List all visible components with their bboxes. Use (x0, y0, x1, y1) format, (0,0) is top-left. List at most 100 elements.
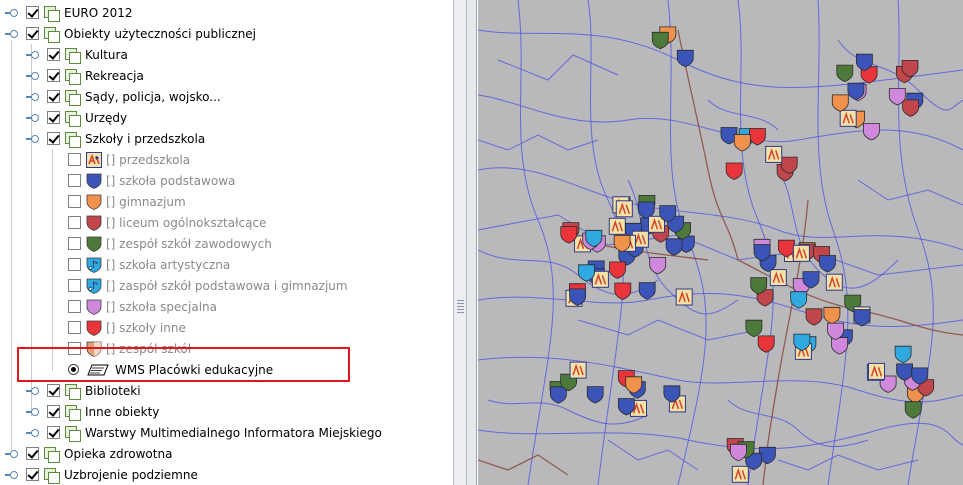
layer-label: [] szkoła specjalna (106, 299, 217, 314)
map-view[interactable] (478, 0, 963, 485)
school-marker-icon (676, 49, 694, 68)
tree-row-euro-2012[interactable]: EURO 2012 (26, 2, 133, 23)
tree-row-vocational-schools[interactable]: [] zespół szkół zawodowych (68, 233, 272, 254)
tree-row-schools[interactable]: Szkoły i przedszkola (47, 128, 205, 149)
tree-row-culture[interactable]: Kultura (47, 44, 128, 65)
expand-toggle-icon[interactable] (5, 470, 18, 480)
expand-toggle-icon[interactable] (5, 8, 18, 18)
expand-toggle-icon[interactable] (26, 92, 39, 102)
layer-checkbox[interactable] (68, 174, 81, 187)
expand-toggle-icon[interactable] (26, 134, 39, 144)
school-marker-icon (649, 256, 667, 275)
layer-label: [] szkoła artystyczna (106, 257, 231, 272)
layer-label: Warstwy Multimedialnego Informatora Miej… (85, 425, 382, 440)
tree-connector (52, 149, 53, 371)
layer-checkbox[interactable] (26, 6, 39, 19)
school-marker-icon (831, 337, 849, 355)
expand-toggle-icon[interactable] (26, 428, 39, 438)
layer-checkbox[interactable] (68, 258, 81, 271)
shield-icon (86, 320, 102, 336)
layer-checkbox[interactable] (26, 27, 39, 40)
layer-checkbox[interactable] (47, 90, 60, 103)
layer-label: [] szkoła podstawowa (106, 173, 236, 188)
tree-row-public-objects[interactable]: Obiekty użyteczności publicznej (26, 23, 256, 44)
minor-roads (478, 0, 963, 485)
layer-checkbox[interactable] (68, 300, 81, 313)
tree-row-other-schools[interactable]: [] szkoły inne (68, 317, 186, 338)
expand-toggle-icon[interactable] (26, 386, 39, 396)
layer-label: Biblioteki (85, 383, 141, 398)
layer-checkbox[interactable] (26, 447, 39, 460)
layer-checkbox[interactable] (68, 195, 81, 208)
school-marker-icon (904, 401, 922, 419)
tree-row-preschools[interactable]: [] przedszkola (68, 149, 190, 170)
panel-splitter[interactable] (453, 0, 467, 485)
layer-label: EURO 2012 (64, 5, 133, 20)
school-marker-icon (733, 134, 751, 152)
school-marker-icon (862, 123, 880, 141)
map-frame-edge (467, 0, 477, 485)
layer-label: Urzędy (85, 110, 128, 125)
map-canvas[interactable] (478, 0, 963, 485)
tree-row-primary-school[interactable]: [] szkoła podstawowa (68, 170, 235, 191)
shield-icon (86, 215, 102, 231)
layer-group-icon (65, 131, 81, 148)
layer-checkbox[interactable] (47, 384, 60, 397)
layer-checkbox[interactable] (47, 405, 60, 418)
school-marker-icon (831, 94, 849, 112)
layer-checkbox[interactable] (68, 153, 81, 166)
layer-group-icon (44, 446, 60, 463)
school-marker-icon (550, 386, 567, 404)
layer-label: [] przedszkola (106, 152, 191, 167)
expand-toggle-icon[interactable] (26, 113, 39, 123)
preschool-icon (86, 151, 102, 168)
layer-label: Obiekty użyteczności publicznej (64, 26, 257, 41)
layer-checkbox[interactable] (47, 132, 60, 145)
tree-row-courts-police-army[interactable]: Sądy, policja, wojsko... (47, 86, 221, 107)
preschool-marker-icon (608, 217, 626, 235)
school-marker-icon (651, 31, 669, 50)
layer-group-icon (65, 110, 81, 127)
tree-row-underground-utilities[interactable]: Uzbrojenie podziemne (26, 464, 198, 485)
layer-checkbox[interactable] (68, 279, 81, 292)
school-marker-icon (638, 282, 656, 300)
layer-checkbox[interactable] (47, 426, 60, 439)
tree-row-middle-school[interactable]: [] gimnazjum (68, 191, 186, 212)
preschool-marker-icon (825, 273, 843, 291)
layer-label: [] gimnazjum (106, 194, 186, 209)
layer-checkbox[interactable] (26, 468, 39, 481)
tree-row-primary-middle-complex[interactable]: [] zaspół szkół podstawowa i gimnazjum (68, 275, 348, 296)
layer-group-icon (65, 425, 81, 442)
preschool-marker-icon (615, 200, 633, 218)
tree-row-other-objects[interactable]: Inne obiekty (47, 401, 159, 422)
preschool-marker-icon (792, 244, 810, 262)
tree-row-recreation[interactable]: Rekreacja (47, 65, 144, 86)
layer-checkbox[interactable] (68, 216, 81, 229)
layer-checkbox[interactable] (68, 321, 81, 334)
expand-toggle-icon[interactable] (5, 29, 18, 39)
tree-row-high-school[interactable]: [] liceum ogólnokształcące (68, 212, 266, 233)
tree-row-special-school[interactable]: [] szkoła specjalna (68, 296, 217, 317)
preschool-marker-icon (765, 145, 783, 163)
layer-checkbox[interactable] (47, 48, 60, 61)
layer-checkbox[interactable] (47, 69, 60, 82)
layer-group-icon (44, 467, 60, 484)
expand-toggle-icon[interactable] (5, 449, 18, 459)
school-marker-icon (894, 345, 912, 364)
layer-checkbox[interactable] (68, 237, 81, 250)
preschool-marker-icon (769, 269, 787, 287)
tree-row-libraries[interactable]: Biblioteki (47, 380, 141, 401)
layer-group-icon (44, 26, 60, 43)
shield-icon (86, 173, 102, 189)
tree-row-multimedia-layers[interactable]: Warstwy Multimedialnego Informatora Miej… (47, 422, 382, 443)
expand-toggle-icon[interactable] (26, 50, 39, 60)
expand-toggle-icon[interactable] (26, 407, 39, 417)
school-marker-icon (836, 64, 854, 83)
school-marker-icon (665, 238, 683, 256)
tree-row-art-school[interactable]: [] szkoła artystyczna (68, 254, 230, 275)
tree-row-offices[interactable]: Urzędy (47, 107, 127, 128)
layer-label: Kultura (85, 47, 128, 62)
layer-checkbox[interactable] (47, 111, 60, 124)
expand-toggle-icon[interactable] (26, 71, 39, 81)
tree-row-health-care[interactable]: Opieka zdrowotna (26, 443, 172, 464)
